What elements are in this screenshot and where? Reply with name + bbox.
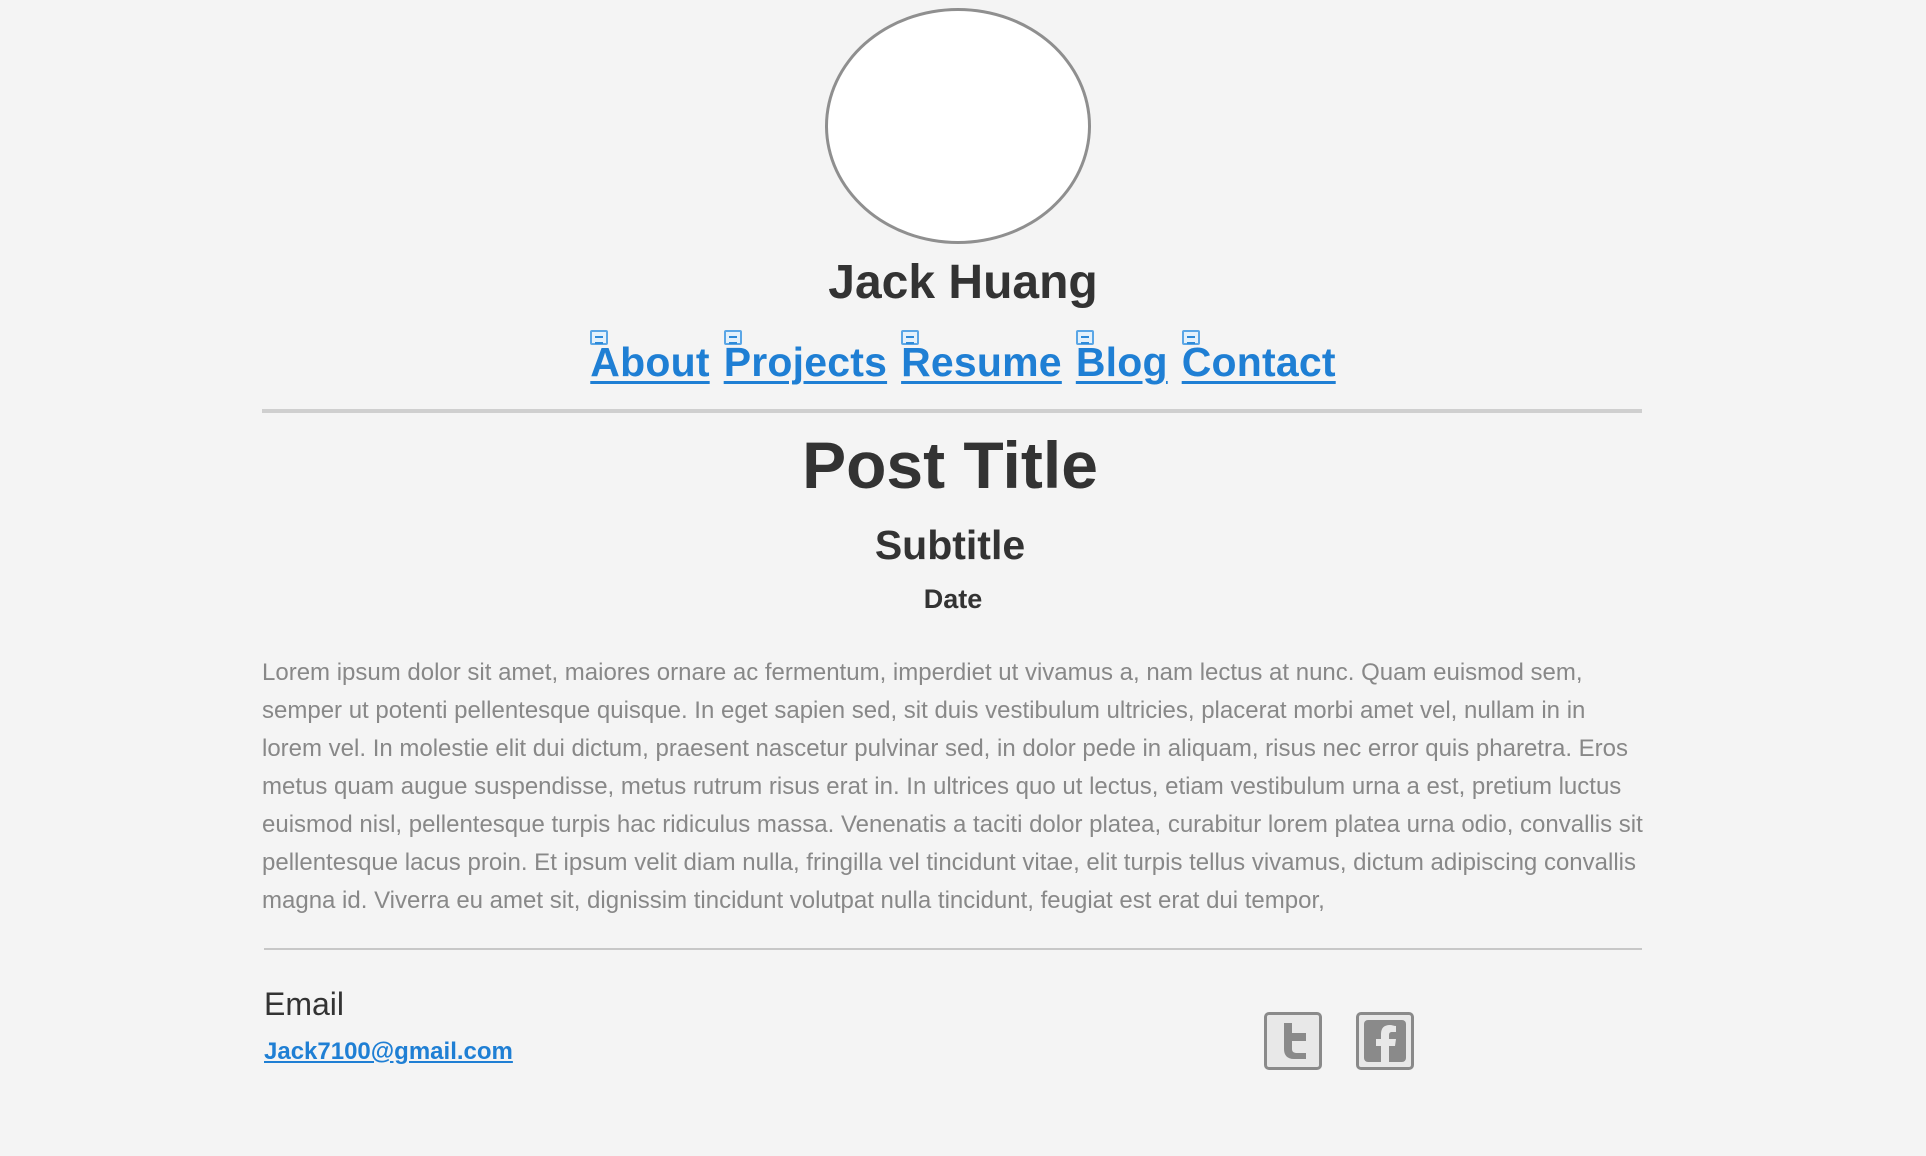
twitter-button[interactable] xyxy=(1264,1012,1322,1070)
page: Jack Huang About Projects Resume Blog Co… xyxy=(0,0,1926,1156)
email-link[interactable]: Jack7100@gmail.com xyxy=(264,1036,513,1068)
facebook-button[interactable] xyxy=(1356,1012,1414,1070)
avatar xyxy=(825,8,1091,244)
nav-link-label: Blog xyxy=(1075,339,1168,385)
post-title: Post Title xyxy=(802,428,1098,502)
facebook-icon xyxy=(1364,1020,1406,1062)
main-nav: About Projects Resume Blog Contact xyxy=(0,330,1926,390)
broken-image-icon xyxy=(1181,330,1200,345)
broken-image-icon xyxy=(901,330,920,345)
broken-image-icon xyxy=(723,330,742,345)
nav-link-label: Projects xyxy=(723,339,888,385)
post-date: Date xyxy=(923,584,983,614)
header-divider xyxy=(262,409,1642,413)
email-label: Email xyxy=(264,986,345,1022)
nav-link-label: About xyxy=(590,339,710,385)
profile-name: Jack Huang xyxy=(828,256,1098,309)
nav-link-label: Resume xyxy=(901,339,1062,385)
twitter-icon xyxy=(1284,1023,1306,1059)
nav-link-about[interactable]: About xyxy=(590,330,709,390)
broken-image-icon xyxy=(590,330,609,345)
footer-divider xyxy=(264,948,1642,950)
post-subtitle: Subtitle xyxy=(874,522,1026,568)
nav-link-contact[interactable]: Contact xyxy=(1181,330,1336,390)
nav-link-projects[interactable]: Projects xyxy=(723,330,888,390)
broken-image-icon xyxy=(1075,330,1094,345)
nav-link-blog[interactable]: Blog xyxy=(1075,330,1168,390)
nav-link-resume[interactable]: Resume xyxy=(901,330,1062,390)
nav-link-label: Contact xyxy=(1181,339,1336,385)
post-body: Lorem ipsum dolor sit amet, maiores orna… xyxy=(262,659,1643,914)
